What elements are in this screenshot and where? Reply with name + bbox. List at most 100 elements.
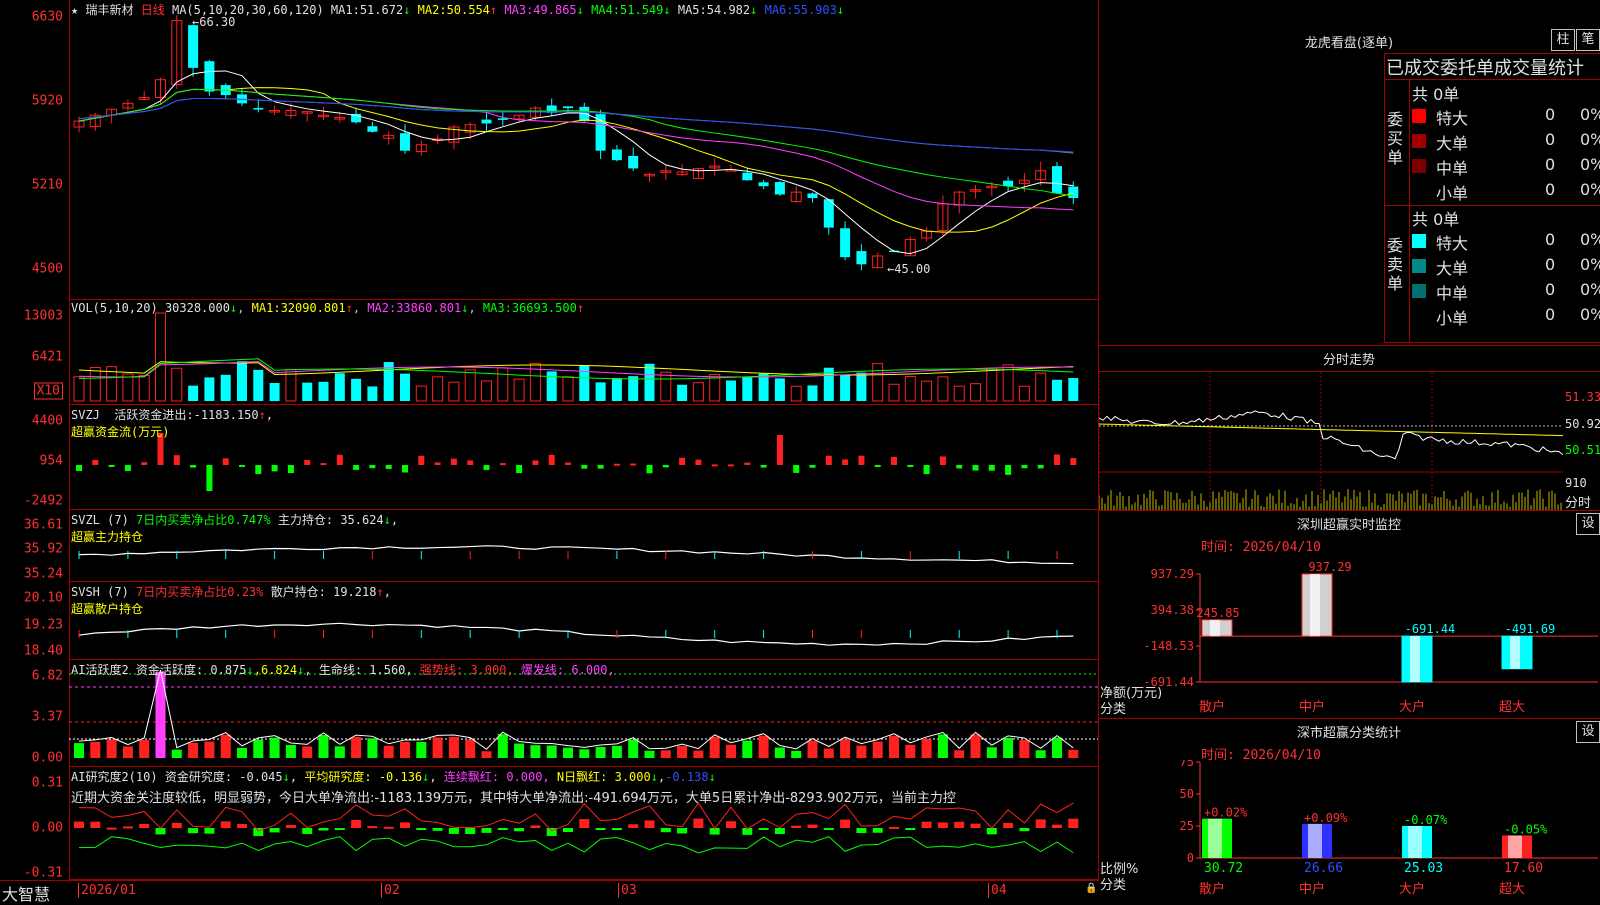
activity-bar	[709, 736, 720, 758]
fund-flow-bar	[222, 458, 229, 465]
volume-bar	[872, 363, 884, 402]
activity-bar	[318, 734, 329, 758]
intraday-unit: 分时	[1565, 496, 1592, 511]
research-bar	[285, 824, 296, 828]
ai-research-header: AI研究度2(10) 资金研究度: -0.045↓, 平均研究度: -0.136…	[71, 770, 716, 784]
volume-panel[interactable]	[69, 300, 1098, 405]
vol-title: VOL(5,10,20)	[71, 301, 158, 315]
volume-bar	[155, 312, 166, 402]
sell-xl-swatch	[1412, 234, 1426, 248]
research-bar	[563, 828, 573, 833]
activity-bar	[595, 747, 606, 758]
sz-category-label: 大户	[1399, 699, 1425, 715]
sz-bar-highlight	[1310, 574, 1320, 637]
activity-bar	[351, 737, 362, 758]
volume-bar	[481, 380, 492, 402]
price-tick: 6630	[31, 9, 63, 25]
volume-bar	[807, 385, 818, 401]
volume-bar	[1068, 378, 1079, 401]
research-bar	[937, 822, 948, 828]
activity-bar	[122, 746, 133, 758]
price-tick: 4500	[31, 261, 63, 277]
cls-settings-button[interactable]: 设	[1576, 721, 1600, 743]
activity-bar	[644, 750, 655, 758]
sz-tick-label: 394.38	[1151, 603, 1194, 617]
fund-flow-bar	[1037, 465, 1044, 469]
buy-row-vol: 0	[1545, 105, 1556, 124]
ma2-value: 50.554	[446, 3, 490, 17]
ma6-value: 55.903	[793, 3, 837, 17]
volume-bar	[204, 377, 215, 401]
cls-tick-label: 0	[1187, 851, 1194, 865]
activity-bar	[106, 739, 117, 758]
volume-bar	[188, 385, 199, 401]
sz-category-label: 中户	[1299, 699, 1325, 715]
volume-chart[interactable]	[69, 300, 1098, 405]
candlestick-chart[interactable]	[69, 0, 1098, 300]
research-bar	[872, 828, 883, 833]
intraday-chart[interactable]	[1099, 372, 1563, 510]
fund-flow-bar	[92, 459, 99, 465]
cls-ratio-chart[interactable]: 75 50 25 0 +0.02% 30.72 散户 +0.09% 26.66 中户 -0.07% 2…	[1098, 760, 1600, 900]
fund-flow-bar	[679, 457, 686, 465]
fund-flow-bar	[467, 460, 474, 465]
volume-bar	[497, 367, 509, 402]
activity-bar	[611, 745, 622, 758]
buy-l-swatch	[1412, 134, 1426, 148]
bar-mode-button[interactable]: 柱	[1551, 29, 1575, 51]
candle-body	[628, 155, 639, 169]
period-label[interactable]: 日线	[141, 3, 165, 17]
ai-activity-header: AI活跃度2 资金活跃度: 0.875↓,6.824↓, 生命线: 1.560,…	[71, 663, 615, 677]
activity-bar	[660, 750, 671, 758]
research-bar	[416, 828, 427, 830]
research-bar	[970, 823, 981, 828]
candle-body	[400, 133, 410, 151]
activity-bar	[889, 735, 899, 758]
cls-bar-delta: -0.05%	[1504, 822, 1548, 836]
volume-unit-badge: X10	[33, 382, 63, 400]
research-green-line	[78, 836, 1074, 854]
fund-flow-bar	[353, 465, 360, 470]
stock-name[interactable]: 瑞丰新材	[85, 3, 133, 17]
order-stats-title: 已成交委托单成交量统计	[1386, 58, 1584, 79]
fund-flow-bar	[760, 465, 767, 468]
research-bar	[122, 826, 133, 829]
lock-icon[interactable]: 🔒	[1085, 883, 1097, 894]
volume-bar	[742, 376, 753, 401]
intraday-price-line	[1099, 410, 1563, 460]
research-bar	[1052, 824, 1062, 828]
research-bar	[595, 828, 606, 830]
fund-flow-bar	[402, 465, 408, 473]
favorite-star-icon[interactable]: ★	[71, 3, 78, 17]
tick-mode-button[interactable]: 笔	[1576, 29, 1600, 51]
activity-bar	[774, 747, 785, 758]
candle-body	[611, 149, 622, 161]
fund-flow-bar	[206, 465, 213, 491]
fund-flow-bar	[385, 465, 392, 469]
candle-body	[367, 126, 378, 132]
svzj-header: SVZJ 活跃资金进出:-1183.150↑, 超赢资金流(万元)	[71, 408, 274, 439]
cls-category-label: 散户	[1199, 881, 1225, 897]
sz-settings-button[interactable]: 设	[1576, 513, 1600, 535]
cls-title: 深市超赢分类统计	[1296, 726, 1401, 741]
activity-bar	[937, 734, 948, 758]
activity-bar	[921, 738, 932, 758]
fund-flow-bar	[581, 465, 588, 469]
fund-flow-bar	[418, 455, 425, 465]
sz-net-amount-chart[interactable]: 937.29 394.38 -148.53 -691.44 245.85 散户 937.29…	[1098, 556, 1600, 716]
date-tick: 04	[988, 883, 1007, 898]
volume-bar	[953, 385, 965, 402]
volume-bar	[562, 376, 574, 402]
volume-bar	[904, 375, 916, 402]
volume-bar	[253, 369, 264, 401]
research-bar	[628, 824, 639, 828]
cls-bar-highlight	[1408, 825, 1422, 858]
buy-orders-label: 委买单	[1387, 110, 1404, 167]
activity-bar	[188, 742, 199, 758]
price-axis: 6630 5920 5210 4500	[0, 0, 69, 300]
activity-bar	[269, 737, 280, 758]
price-chart-panel[interactable]	[69, 0, 1098, 300]
activity-bar	[823, 748, 834, 758]
activity-bar	[742, 740, 753, 758]
volume-bar	[726, 380, 736, 401]
